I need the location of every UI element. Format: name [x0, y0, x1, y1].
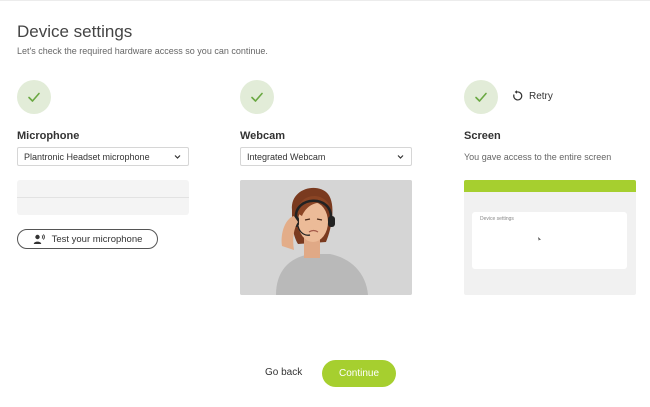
webcam-status-check-icon — [240, 80, 274, 114]
page-subtitle: Let's check the required hardware access… — [17, 46, 268, 56]
screen-status-text: You gave access to the entire screen — [464, 152, 612, 162]
microphone-status-check-icon — [17, 80, 51, 114]
check-icon — [251, 92, 263, 102]
webcam-select[interactable]: Integrated Webcam — [240, 147, 412, 166]
microphone-title: Microphone — [17, 130, 80, 142]
speaking-person-icon — [33, 234, 45, 244]
microphone-select-value: Plantronic Headset microphone — [24, 151, 150, 162]
test-microphone-label: Test your microphone — [51, 233, 143, 245]
retry-label: Retry — [529, 90, 553, 102]
screen-title: Screen — [464, 130, 501, 142]
test-microphone-button[interactable]: Test your microphone — [17, 229, 158, 249]
chevron-down-icon — [397, 155, 404, 159]
screen-preview-card: Device settings — [472, 212, 627, 269]
chevron-down-icon — [174, 155, 181, 159]
webcam-title: Webcam — [240, 130, 286, 142]
retry-button[interactable]: Retry — [511, 90, 553, 102]
rotate-icon — [513, 90, 523, 101]
microphone-level-meter — [17, 180, 189, 215]
webcam-select-value: Integrated Webcam — [247, 151, 326, 162]
cursor-icon — [538, 237, 541, 241]
screen-preview-card-title: Device settings — [480, 216, 514, 222]
top-divider — [0, 0, 650, 1]
go-back-button[interactable]: Go back — [265, 367, 302, 378]
microphone-level-line — [17, 197, 189, 198]
continue-button[interactable]: Continue — [322, 360, 396, 387]
screen-status-check-icon — [464, 80, 498, 114]
screen-preview-header-bar — [464, 180, 636, 192]
screen-share-preview: Device settings — [464, 180, 636, 295]
check-icon — [28, 92, 40, 102]
check-icon — [475, 92, 487, 102]
webcam-person-image — [240, 180, 412, 295]
webcam-preview — [240, 180, 412, 295]
page-title: Device settings — [17, 22, 133, 41]
microphone-select[interactable]: Plantronic Headset microphone — [17, 147, 189, 166]
